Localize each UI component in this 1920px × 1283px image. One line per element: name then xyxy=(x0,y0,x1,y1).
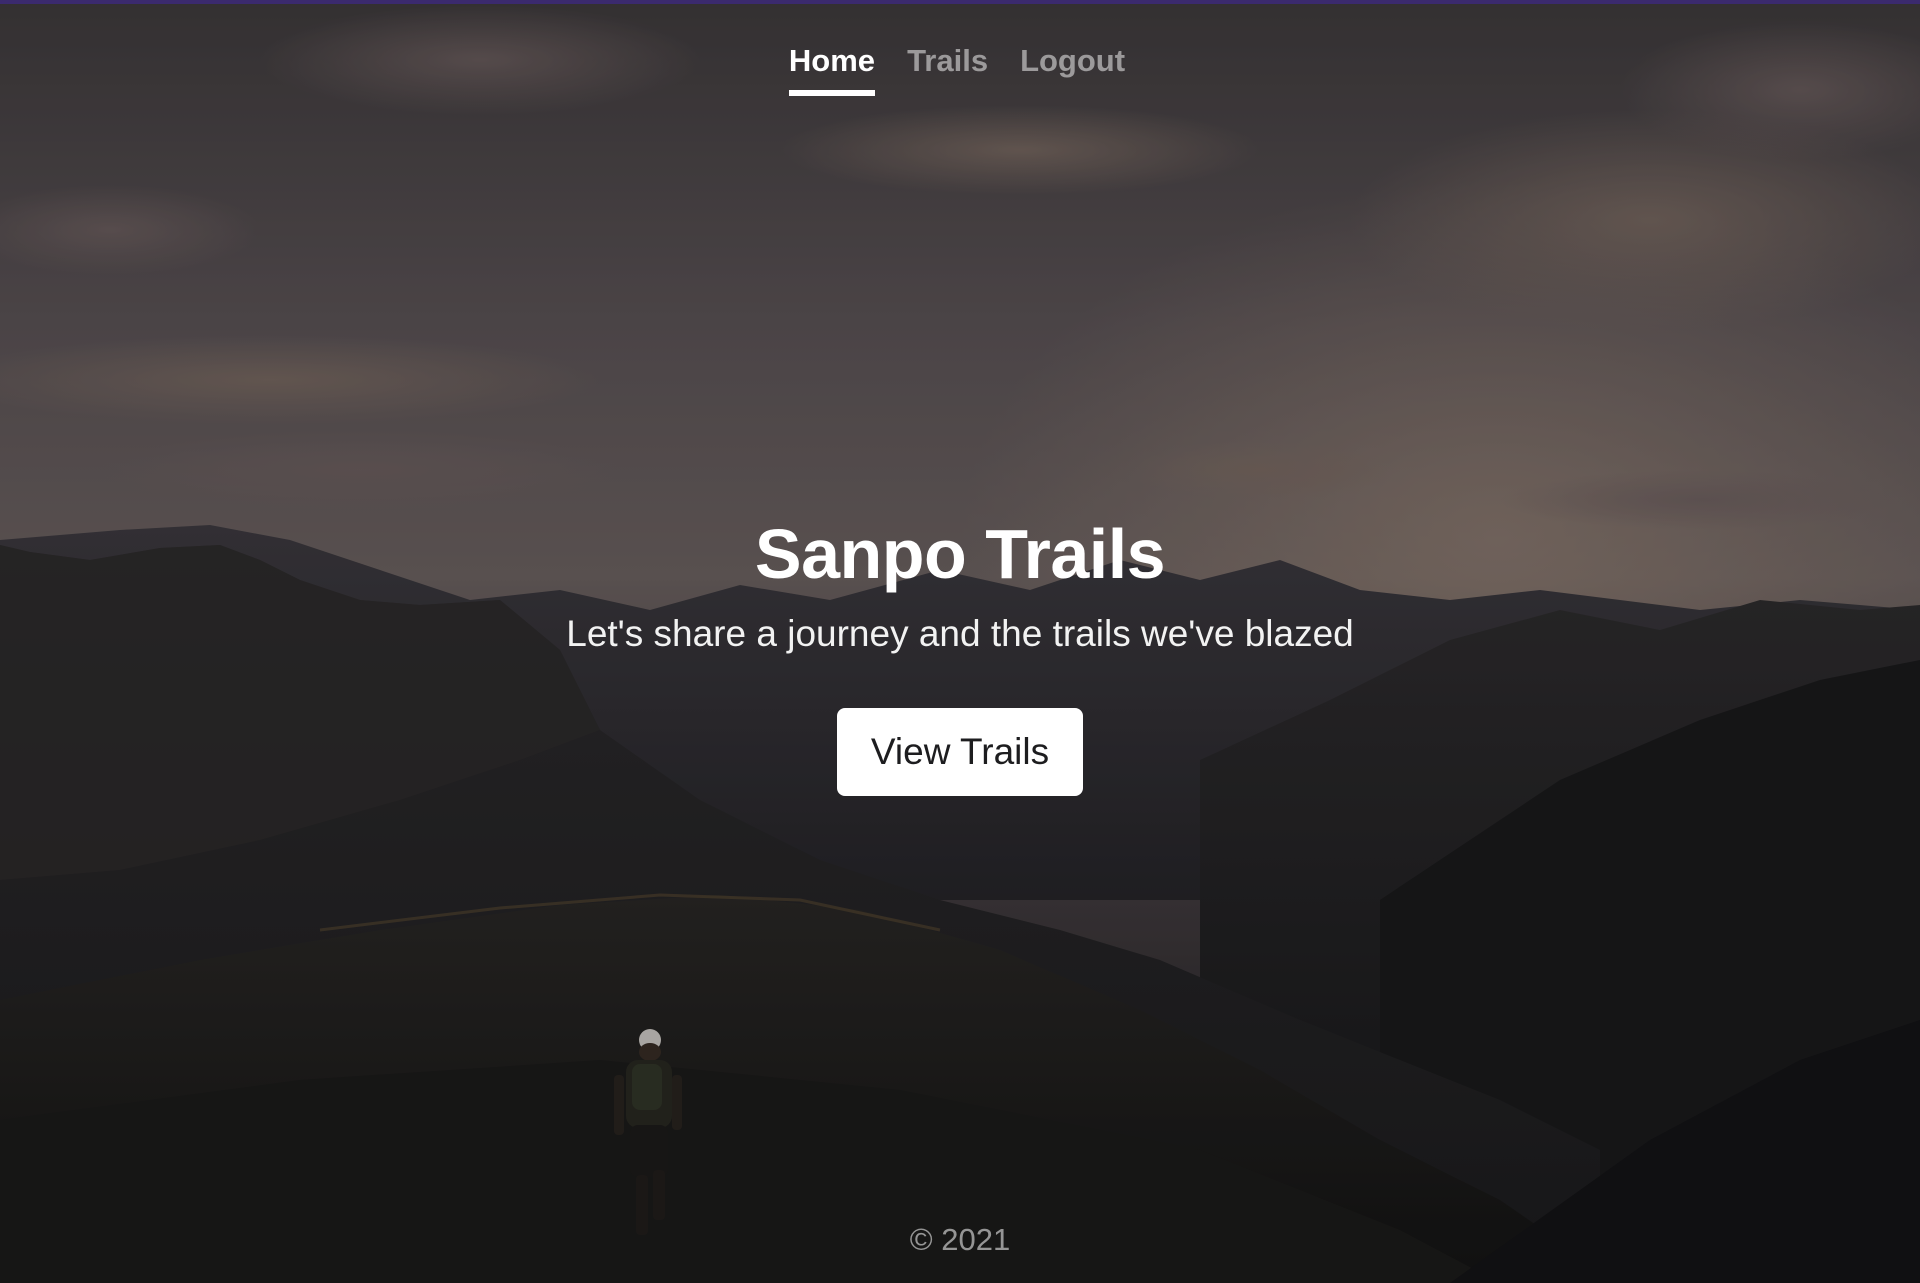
page-subtitle: Let's share a journey and the trails we'… xyxy=(566,613,1354,654)
hero-content: Sanpo Trails Let's share a journey and t… xyxy=(0,512,1920,797)
main-nav: Home Trails Logout xyxy=(0,43,1920,97)
nav-links: Home Trails Logout xyxy=(788,43,1125,97)
page-title: Sanpo Trails xyxy=(754,515,1166,593)
nav-trails-link[interactable]: Trails xyxy=(907,43,988,96)
nav-home-link[interactable]: Home xyxy=(788,43,876,97)
landing-hero: Home Trails Logout Sanpo Trails Let's sh… xyxy=(0,0,1920,1283)
nav-logout-link[interactable]: Logout xyxy=(1020,43,1125,96)
top-accent-bar xyxy=(0,0,1920,4)
view-trails-button[interactable]: View Trails xyxy=(836,708,1084,797)
footer-copyright: © 2021 xyxy=(909,1222,1011,1257)
